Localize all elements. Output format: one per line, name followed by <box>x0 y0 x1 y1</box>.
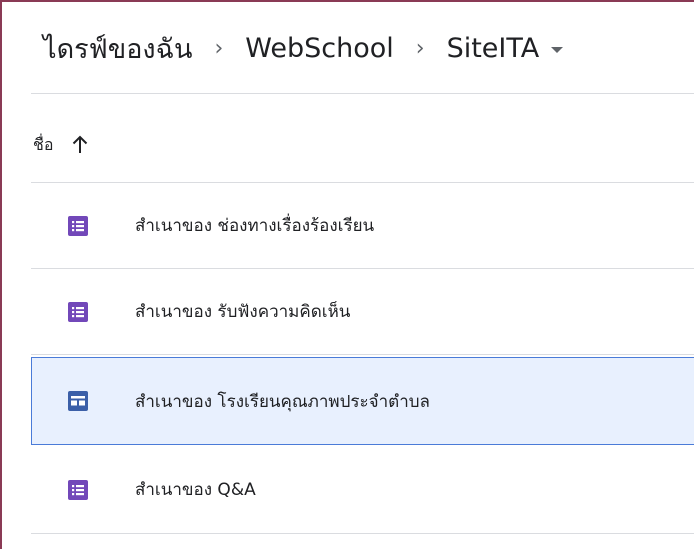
breadcrumb-item-my-drive[interactable]: ไดรฟ์ของฉัน <box>43 27 192 70</box>
divider <box>31 93 694 94</box>
breadcrumb-separator-icon: › <box>415 35 425 61</box>
google-forms-icon <box>68 301 88 322</box>
google-forms-icon <box>68 391 88 411</box>
file-name: สำเนาของ รับฟังความคิดเห็น <box>135 302 351 322</box>
google-forms-icon <box>68 479 88 500</box>
file-row[interactable]: สำเนาของ Q&A <box>31 446 694 534</box>
file-row[interactable]: สำเนาของ ช่องทางเรื่องร้องเรียน <box>31 183 694 269</box>
file-name: สำเนาของ โรงเรียนคุณภาพประจำตำบล <box>135 391 430 412</box>
file-row[interactable]: สำเนาของ รับฟังความคิดเห็น <box>31 269 694 355</box>
file-row-selected[interactable]: สำเนาของ โรงเรียนคุณภาพประจำตำบล <box>31 357 694 445</box>
breadcrumb: ไดรฟ์ของฉัน › WebSchool › SiteITA <box>43 26 564 70</box>
breadcrumb-item-webschool[interactable]: WebSchool <box>245 33 394 64</box>
file-name: สำเนาของ ช่องทางเรื่องร้องเรียน <box>135 216 375 236</box>
breadcrumb-item-siteita[interactable]: SiteITA <box>447 33 540 64</box>
arrow-up-icon[interactable] <box>71 135 89 155</box>
column-header-name[interactable]: ชื่อ <box>33 130 89 160</box>
breadcrumb-separator-icon: › <box>214 35 224 61</box>
google-forms-icon <box>68 215 88 236</box>
caret-down-icon[interactable] <box>551 47 564 53</box>
file-name: สำเนาของ Q&A <box>135 480 256 500</box>
column-header-label: ชื่อ <box>33 134 54 154</box>
